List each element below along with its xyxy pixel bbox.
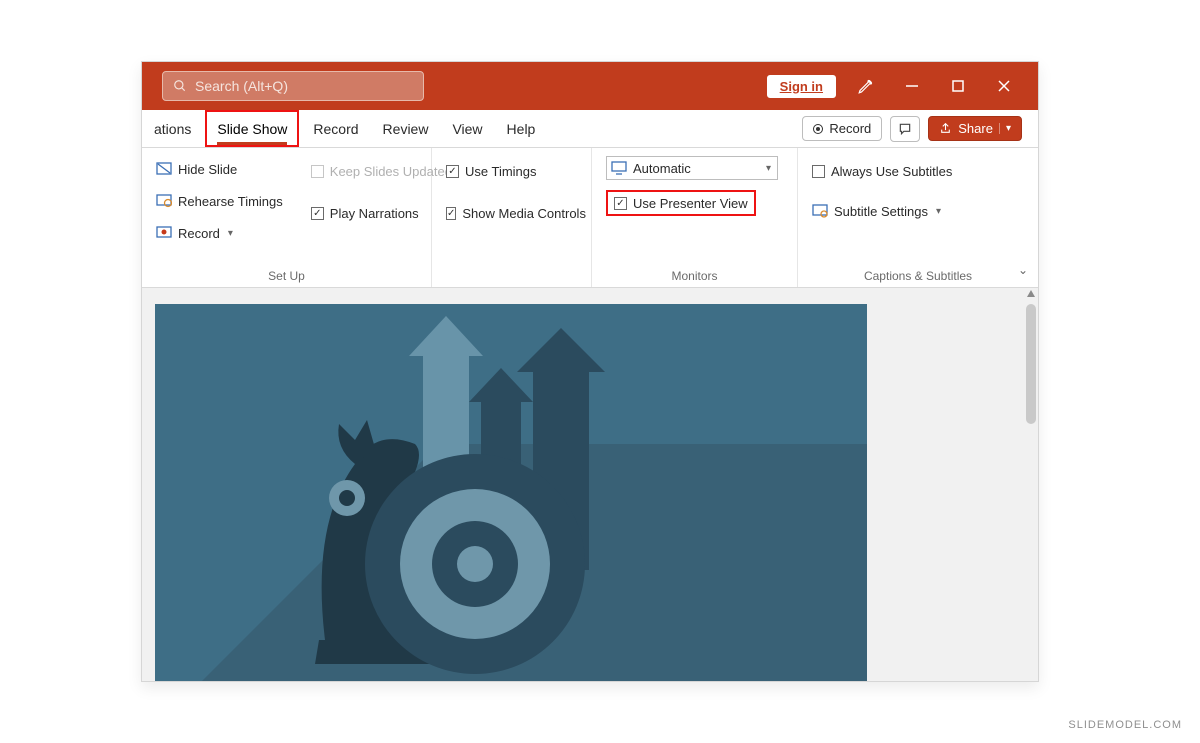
subtitle-settings-icon (812, 203, 828, 219)
slide-canvas-area: Hoshin Kanri (142, 288, 1038, 681)
maximize-button[interactable] (942, 70, 974, 102)
play-narrations-checkbox[interactable]: ✓ Play Narrations (311, 200, 452, 226)
chevron-down-icon: ▾ (228, 228, 233, 239)
monitor-icon (611, 161, 627, 175)
group-monitors: Automatic ▾ ✓ Use Presenter View Monitor… (592, 148, 798, 287)
always-subs-label: Always Use Subtitles (831, 164, 952, 179)
group-title-empty (446, 263, 577, 283)
vertical-scrollbar[interactable] (1026, 304, 1036, 424)
tab-review[interactable]: Review (371, 110, 441, 147)
subtitle-settings-label: Subtitle Settings (834, 204, 928, 219)
group-timings: ✓ Use Timings ✓ Show Media Controls (432, 148, 592, 287)
tab-record[interactable]: Record (301, 110, 370, 147)
window-controls: Sign in (767, 70, 1038, 102)
pen-icon[interactable] (850, 70, 882, 102)
checkbox-icon: ✓ (311, 207, 324, 220)
chevron-down-icon: ▾ (936, 206, 941, 217)
chevron-down-icon: ▾ (766, 163, 771, 174)
use-presenter-view-checkbox[interactable]: ✓ Use Presenter View (606, 190, 756, 216)
rehearse-timings-button[interactable]: Rehearse Timings (156, 188, 283, 214)
keep-slides-updated-checkbox: Keep Slides Updated (311, 158, 452, 184)
record-button[interactable]: Record (802, 116, 882, 141)
hide-slide-icon (156, 161, 172, 177)
use-timings-checkbox[interactable]: ✓ Use Timings (446, 158, 577, 184)
app-window: Search (Alt+Q) Sign in ations Slide Show… (141, 61, 1039, 682)
comments-button[interactable] (890, 116, 920, 142)
close-button[interactable] (988, 70, 1020, 102)
record-dropdown[interactable]: Record ▾ (156, 220, 283, 246)
comment-icon (898, 122, 912, 136)
collapse-ribbon-button[interactable]: ⌄ (1018, 263, 1028, 277)
group-setup: Hide Slide Rehearse Timings Record ▾ (142, 148, 432, 287)
watermark: SLIDEMODEL.COM (1068, 719, 1182, 731)
share-button[interactable]: Share ▾ (928, 116, 1022, 141)
hide-slide-button[interactable]: Hide Slide (156, 156, 283, 182)
play-narrations-label: Play Narrations (330, 206, 419, 221)
ribbon-content: Hide Slide Rehearse Timings Record ▾ (142, 148, 1038, 288)
search-placeholder: Search (Alt+Q) (195, 78, 288, 94)
checkbox-icon (311, 165, 324, 178)
group-captions: Always Use Subtitles Subtitle Settings ▾… (798, 148, 1038, 287)
use-timings-label: Use Timings (465, 164, 537, 179)
tab-slideshow[interactable]: Slide Show (205, 110, 299, 147)
record-icon (156, 225, 172, 241)
tab-view[interactable]: View (440, 110, 494, 147)
slide-preview[interactable]: Hoshin Kanri (155, 304, 867, 681)
search-icon (173, 79, 187, 93)
chevron-down-icon: ▾ (999, 123, 1011, 134)
signin-button[interactable]: Sign in (767, 75, 836, 98)
checkbox-icon (812, 165, 825, 178)
tab-help[interactable]: Help (495, 110, 548, 147)
hide-slide-label: Hide Slide (178, 162, 237, 177)
checkbox-icon: ✓ (614, 197, 627, 210)
monitor-dropdown[interactable]: Automatic ▾ (606, 156, 778, 180)
monitor-value: Automatic (633, 161, 691, 176)
minimize-button[interactable] (896, 70, 928, 102)
rehearse-icon (156, 193, 172, 209)
always-subtitles-checkbox[interactable]: Always Use Subtitles (812, 158, 1024, 184)
tab-partial[interactable]: ations (152, 110, 203, 147)
titlebar: Search (Alt+Q) Sign in (142, 62, 1038, 110)
search-input[interactable]: Search (Alt+Q) (162, 71, 424, 101)
record-dot-icon (813, 124, 823, 134)
presenter-view-label: Use Presenter View (633, 196, 748, 211)
record-button-label: Record (829, 121, 871, 136)
record-label: Record (178, 226, 220, 241)
group-title-setup: Set Up (156, 263, 417, 283)
checkbox-icon: ✓ (446, 165, 459, 178)
group-title-monitors: Monitors (606, 263, 783, 283)
checkbox-icon: ✓ (446, 207, 456, 220)
group-title-captions: Captions & Subtitles (812, 263, 1024, 283)
subtitle-settings-dropdown[interactable]: Subtitle Settings ▾ (812, 198, 1024, 224)
rehearse-label: Rehearse Timings (178, 194, 283, 209)
share-icon (939, 122, 952, 135)
ribbon-tabs: ations Slide Show Record Review View Hel… (142, 110, 1038, 148)
share-button-label: Share (958, 121, 993, 136)
show-media-controls-checkbox[interactable]: ✓ Show Media Controls (446, 200, 577, 226)
show-media-label: Show Media Controls (462, 206, 586, 221)
target-icon (365, 454, 585, 674)
